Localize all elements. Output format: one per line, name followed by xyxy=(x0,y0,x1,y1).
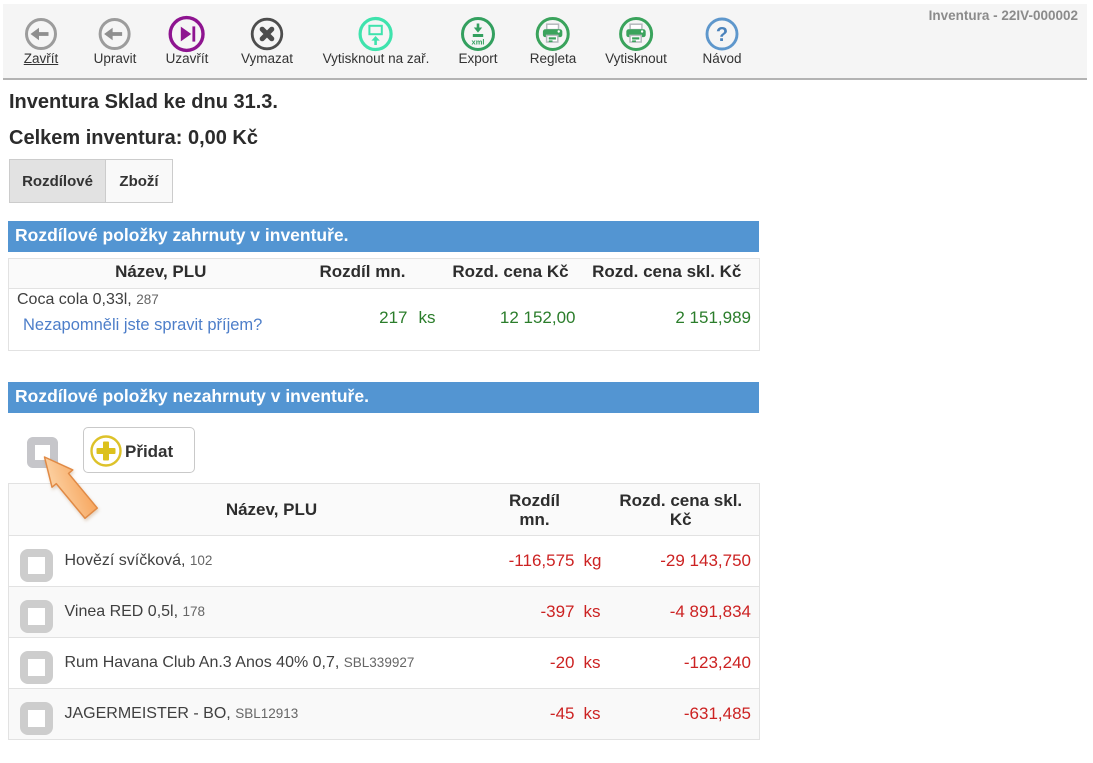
svg-text:xml: xml xyxy=(472,38,485,47)
svg-text:?: ? xyxy=(716,24,728,46)
